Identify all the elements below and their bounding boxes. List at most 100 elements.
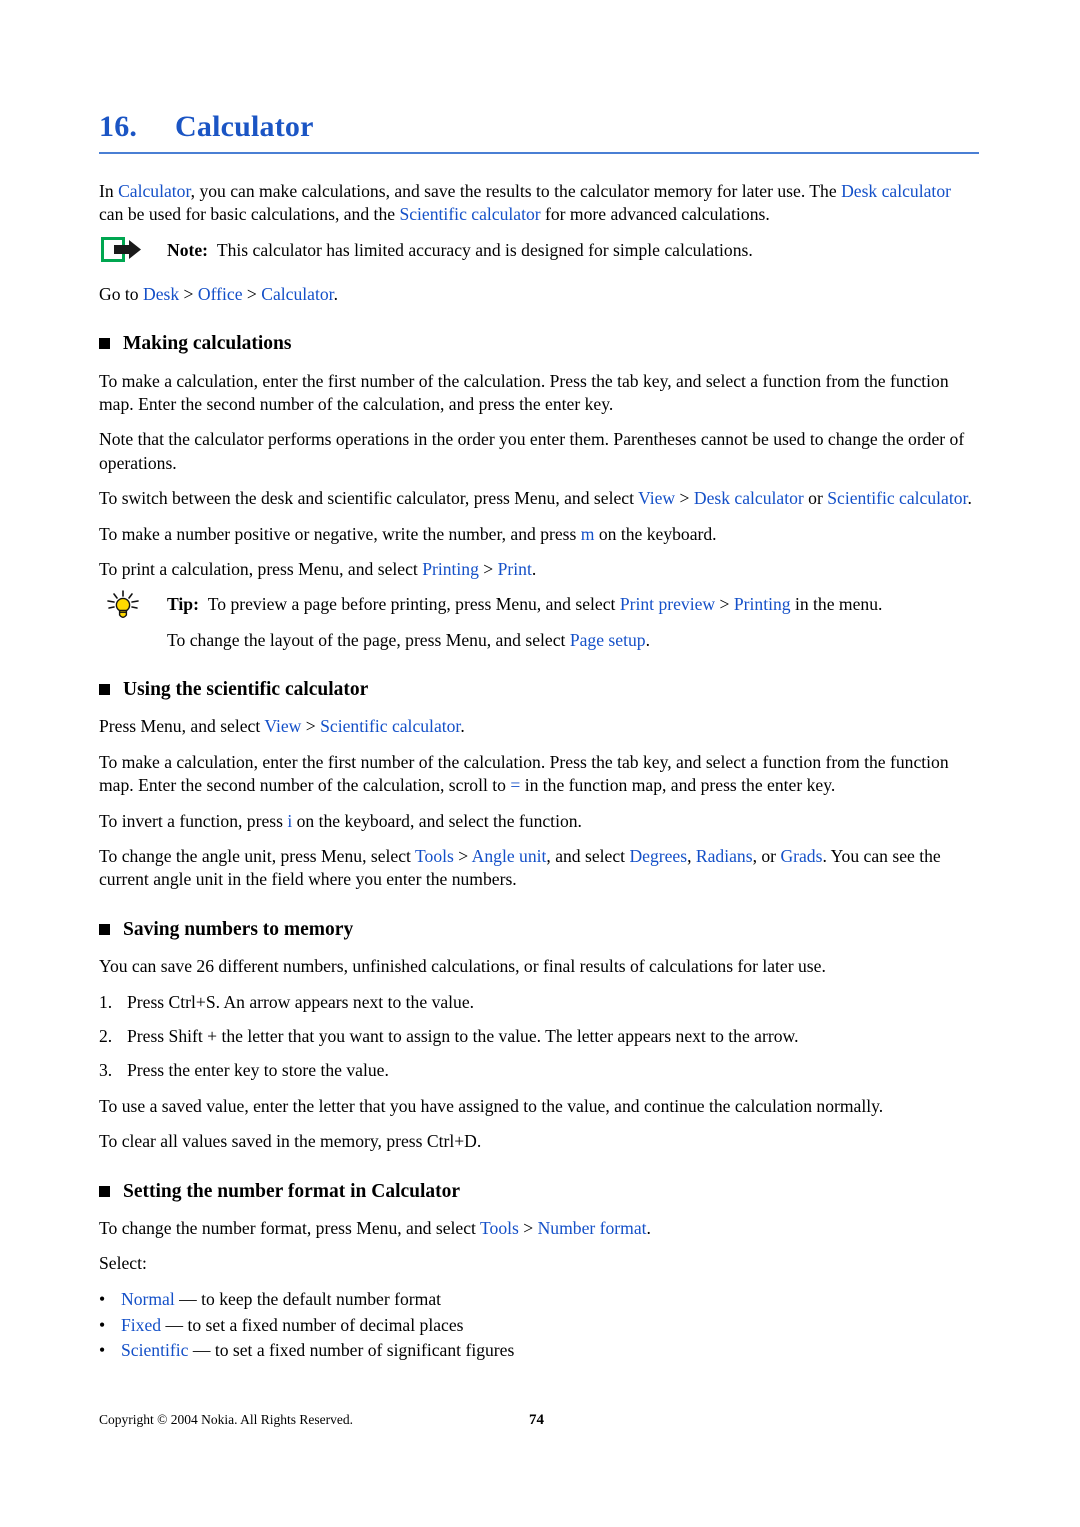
p4-text-a: To make a number positive or negative, w… <box>99 523 581 544</box>
link-tools-2: Tools <box>480 1217 519 1238</box>
path-item-office: Office <box>197 283 243 304</box>
key-m: m <box>580 523 595 544</box>
document-page: 16. Calculator In Calculator, you can ma… <box>0 0 1080 1527</box>
tip-text-b: in the menu. <box>790 594 883 615</box>
path-item-desk: Desk <box>142 283 180 304</box>
intro-paragraph: In Calculator, you can make calculations… <box>99 180 979 227</box>
link-view: View <box>638 488 676 509</box>
heading-text: Using the scientific calculator <box>123 679 369 701</box>
link-angle-unit: Angle unit <box>471 846 547 867</box>
heading-setting-number-format: Setting the number format in Calculator <box>99 1180 979 1203</box>
chapter-title: 16. Calculator <box>99 112 979 152</box>
note-arrow-icon <box>101 236 141 262</box>
option-term: Normal <box>121 1288 175 1309</box>
note-label: Note: <box>167 239 209 260</box>
link-printing-2: Printing <box>733 594 791 615</box>
tip-callout: Tip: To preview a page before printing, … <box>99 590 979 652</box>
making-calc-paragraph-1: To make a calculation, enter the first n… <box>99 370 949 414</box>
title-rule <box>99 152 979 154</box>
nf-p1-b: . <box>646 1217 651 1238</box>
link-printing: Printing <box>422 558 479 579</box>
path-sep-1: > <box>179 283 198 304</box>
sci-p4-c: , <box>687 846 696 867</box>
intro-text-c: can be used for basic calculations, and … <box>99 204 400 225</box>
goto-prefix: Go to <box>99 283 143 304</box>
chapter-name: Calculator <box>175 110 314 143</box>
page-footer: Copyright © 2004 Nokia. All Rights Reser… <box>99 1412 979 1428</box>
tip-body: Tip: To preview a page before printing, … <box>167 593 979 652</box>
p5-sep-1: > <box>478 558 498 579</box>
link-scientific-calculator-3: Scientific calculator <box>320 716 461 737</box>
tip2-text-b: . <box>645 629 650 650</box>
link-calculator: Calculator <box>118 181 191 201</box>
list-item: • Scientific — to set a fixed number of … <box>99 1339 979 1362</box>
bullet-dot-icon: • <box>99 1314 106 1335</box>
numberformat-paragraph-1: To change the number format, press Menu,… <box>99 1217 979 1240</box>
memory-intro: You can save 26 different numbers, unfin… <box>99 956 826 977</box>
link-view-2: View <box>264 716 302 737</box>
sci-p3-a: To invert a function, press <box>99 810 288 831</box>
chapter-number: 16. <box>99 110 138 143</box>
sci-p3-b: on the keyboard, and select the function… <box>292 810 582 831</box>
note-icon-wrap <box>99 236 167 269</box>
link-scientific-calculator: Scientific calculator <box>399 204 541 225</box>
option-term: Scientific <box>121 1340 189 1361</box>
scientific-paragraph-2: To make a calculation, enter the first n… <box>99 751 979 798</box>
list-item: 2. Press Shift + the letter that you wan… <box>99 1025 979 1048</box>
link-tools: Tools <box>415 846 454 867</box>
square-bullet-icon <box>99 338 110 350</box>
scientific-paragraph-3: To invert a function, press i on the key… <box>99 810 979 833</box>
making-calc-paragraph-4: To make a number positive or negative, w… <box>99 523 979 546</box>
heading-text: Making calculations <box>123 333 292 355</box>
p3-text-b: or <box>803 488 828 509</box>
memory-after-paragraph-1: To use a saved value, enter the letter t… <box>99 1095 884 1116</box>
note-paragraph: Note: This calculator has limited accura… <box>167 239 979 262</box>
link-print: Print <box>497 558 532 579</box>
list-item: 3. Press the enter key to store the valu… <box>99 1059 979 1082</box>
tip-paragraph-1: Tip: To preview a page before printing, … <box>167 593 979 616</box>
tip-sep-1: > <box>715 594 734 615</box>
p5-text-b: . <box>531 558 537 579</box>
list-item: • Normal — to keep the default number fo… <box>99 1288 979 1311</box>
option-desc: — to set a fixed number of significant f… <box>188 1340 515 1361</box>
tip2-text-a: To change the layout of the page, press … <box>167 629 570 650</box>
option-desc: — to set a fixed number of decimal place… <box>161 1314 464 1335</box>
link-grads: Grads <box>780 846 823 867</box>
path-item-calculator: Calculator <box>261 283 334 304</box>
tip-label: Tip: <box>167 594 199 615</box>
making-calc-paragraph-3: To switch between the desk and scientifi… <box>99 487 979 510</box>
link-desk-calculator: Desk calculator <box>841 181 951 201</box>
square-bullet-icon <box>99 924 110 935</box>
intro-text-b: , you can make calculations, and save th… <box>190 181 842 201</box>
intro-text-d: for more advanced calculations. <box>540 204 770 225</box>
note-body: Note: This calculator has limited accura… <box>167 239 979 262</box>
list-item: 1. Press Ctrl+S. An arrow appears next t… <box>99 991 979 1014</box>
tip-icon-wrap <box>99 590 167 623</box>
making-calc-paragraph-2: Note that the calculator performs operat… <box>99 429 965 473</box>
step-number: 3. <box>99 1060 113 1081</box>
step-text: Press Ctrl+S. An arrow appears next to t… <box>127 991 475 1012</box>
heading-making-calculations: Making calculations <box>99 332 979 355</box>
link-degrees: Degrees <box>629 846 688 867</box>
option-row: Normal — to keep the default number form… <box>121 1288 979 1311</box>
step-number: 1. <box>99 991 113 1012</box>
sci-p4-b: , and select <box>546 846 630 867</box>
link-scientific-calculator-2: Scientific calculator <box>827 488 968 509</box>
page-number: 74 <box>529 1412 544 1428</box>
list-item: • Fixed — to set a fixed number of decim… <box>99 1314 979 1337</box>
p3-text-c: . <box>967 488 972 509</box>
making-calc-paragraph-5: To print a calculation, press Menu, and … <box>99 558 979 581</box>
bullet-dot-icon: • <box>99 1340 106 1361</box>
copyright-text: Copyright © 2004 Nokia. All Rights Reser… <box>99 1412 353 1427</box>
goto-path: Go to Desk > Office > Calculator. <box>99 283 979 306</box>
note-callout: Note: This calculator has limited accura… <box>99 236 979 269</box>
step-number: 2. <box>99 1025 113 1046</box>
nf-p1-a: To change the number format, press Menu,… <box>99 1217 480 1238</box>
sci-p1-b: . <box>460 716 465 737</box>
page-content: 16. Calculator In Calculator, you can ma… <box>99 112 979 1365</box>
step-text: Press Shift + the letter that you want t… <box>127 1025 799 1046</box>
heading-text: Saving numbers to memory <box>123 918 354 940</box>
heading-saving-numbers-to-memory: Saving numbers to memory <box>99 918 979 941</box>
option-row: Scientific — to set a fixed number of si… <box>121 1339 979 1362</box>
goto-suffix: . <box>333 283 338 304</box>
